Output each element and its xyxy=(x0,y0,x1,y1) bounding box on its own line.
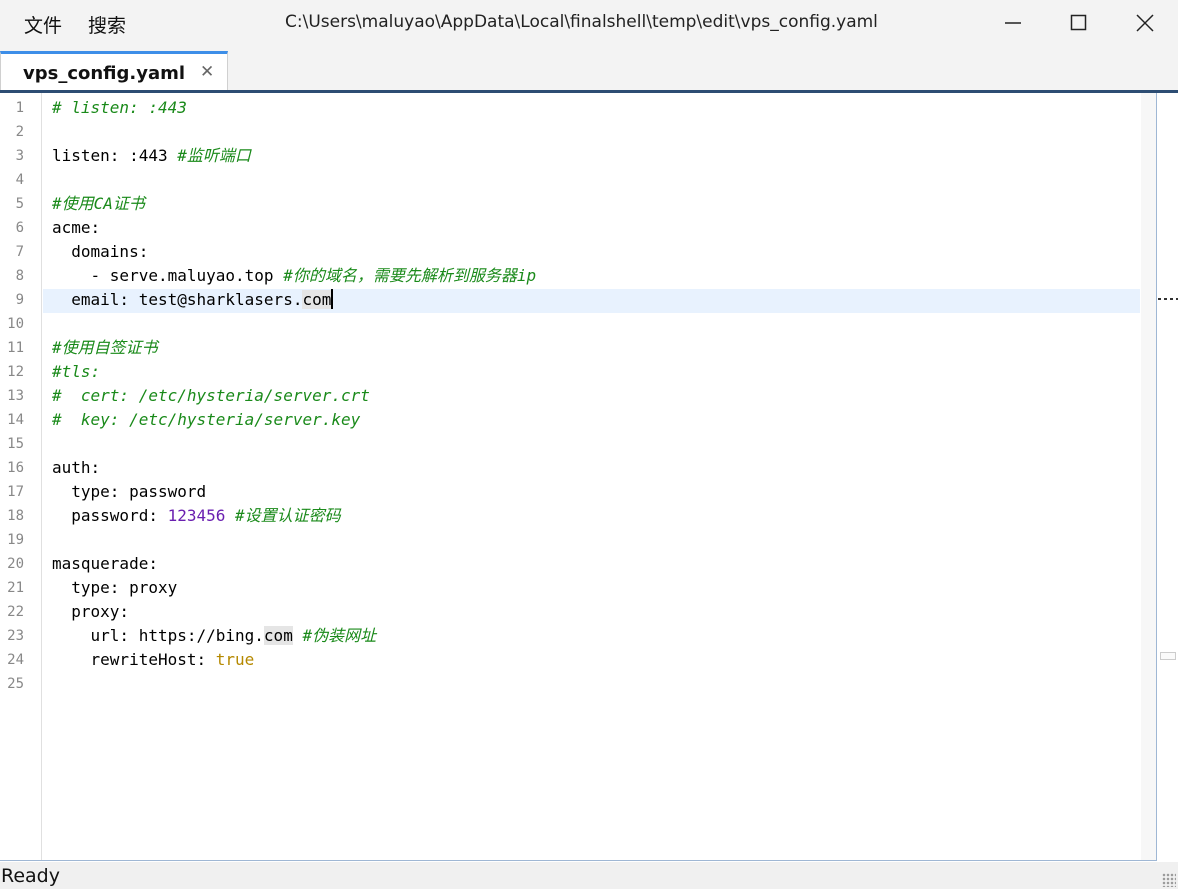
line-number: 11 xyxy=(7,340,24,356)
line-number-gutter: 1 2 3 4 5 6 7 8 9 10 11 12 13 14 15 16 17 18 19 20 21 22 23 24 2… xyxy=(0,93,42,860)
status-text: Ready xyxy=(1,865,60,887)
code-token: true xyxy=(215,650,255,669)
close-icon xyxy=(1136,14,1154,32)
code-token: proxy: xyxy=(52,602,130,621)
code-comment: # listen: :443 xyxy=(52,98,187,117)
code-line: listen: :443 #监听端口 xyxy=(52,144,251,168)
close-tab-icon[interactable]: ✕ xyxy=(200,62,214,82)
code-line: # key: /etc/hysteria/server.key xyxy=(52,408,360,432)
line-number: 6 xyxy=(15,220,24,236)
code-line: - serve.maluyao.top #你的域名，需要先解析到服务器ip xyxy=(52,264,537,288)
line-number: 20 xyxy=(7,556,24,572)
code-comment: #设置认证密码 xyxy=(235,506,341,525)
text-caret xyxy=(331,289,334,309)
line-number: 19 xyxy=(7,532,24,548)
code-token: acme: xyxy=(52,218,101,237)
code-line: # cert: /etc/hysteria/server.crt xyxy=(52,384,370,408)
line-number: 10 xyxy=(7,316,24,332)
code-line: rewriteHost: true xyxy=(52,648,255,672)
code-comment: #使用CA证书 xyxy=(52,194,145,213)
code-comment: #监听端口 xyxy=(177,146,251,165)
line-number: 4 xyxy=(15,172,24,188)
code-token: 123456 xyxy=(167,506,226,525)
code-line: url: https://bing.com #伪装网址 xyxy=(52,624,376,648)
line-number: 7 xyxy=(15,244,24,260)
code-comment: #tls: xyxy=(52,362,101,381)
minimize-icon xyxy=(1005,22,1021,24)
close-button[interactable] xyxy=(1112,0,1178,46)
code-comment: #伪装网址 xyxy=(302,626,377,645)
code-comment: #你的域名，需要先解析到服务器ip xyxy=(283,266,537,285)
line-number: 5 xyxy=(15,196,24,212)
overview-ruler-thumb[interactable] xyxy=(1160,652,1176,660)
title-bar: 文件 搜索 C:\Users\maluyao\AppData\Local\fin… xyxy=(0,0,1178,48)
code-token: url: https://bing. xyxy=(52,626,264,645)
code-token: com xyxy=(263,626,293,645)
tab-strip: vps_config.yaml ✕ xyxy=(0,48,1178,92)
overview-ruler-marker xyxy=(1158,298,1178,300)
code-token: email: test@sharklasers. xyxy=(52,290,303,309)
line-number: 8 xyxy=(15,268,24,284)
line-number: 15 xyxy=(7,436,24,452)
code-line: acme: xyxy=(52,216,100,240)
code-token: masquerade: xyxy=(52,554,158,573)
code-token: auth: xyxy=(52,458,101,477)
line-number: 2 xyxy=(15,124,24,140)
code-line: type: proxy xyxy=(52,576,177,600)
code-line: # listen: :443 xyxy=(52,96,187,120)
window-title: C:\Users\maluyao\AppData\Local\finalshel… xyxy=(285,12,878,32)
code-token: type: proxy xyxy=(52,578,178,597)
code-comment: #使用自签证书 xyxy=(52,338,158,357)
code-token: com xyxy=(302,290,332,309)
line-number: 17 xyxy=(7,484,24,500)
code-line: auth: xyxy=(52,456,100,480)
vertical-scrollbar[interactable] xyxy=(1141,93,1156,860)
code-line: #使用CA证书 xyxy=(52,192,145,216)
code-token: type: password xyxy=(52,482,207,501)
line-number: 24 xyxy=(7,652,24,668)
line-number: 22 xyxy=(7,604,24,620)
line-number: 25 xyxy=(7,676,24,692)
code-line: type: password xyxy=(52,480,206,504)
code-editor[interactable]: 1 2 3 4 5 6 7 8 9 10 11 12 13 14 15 16 17 18 19 20 21 22 23 24 2… xyxy=(0,93,1157,861)
code-token: - serve.maluyao.top xyxy=(52,266,284,285)
line-number: 18 xyxy=(7,508,24,524)
minimize-button[interactable] xyxy=(980,0,1046,46)
code-token: password: xyxy=(52,506,168,525)
maximize-button[interactable] xyxy=(1046,0,1112,46)
line-number: 23 xyxy=(7,628,24,644)
code-line: proxy: xyxy=(52,600,129,624)
code-line: masquerade: xyxy=(52,552,158,576)
line-number: 9 xyxy=(15,292,24,308)
line-number: 1 xyxy=(15,100,24,116)
code-line: #tls: xyxy=(52,360,100,384)
resize-grip-icon[interactable] xyxy=(1162,873,1176,887)
tab-label: vps_config.yaml xyxy=(23,63,186,84)
line-number: 12 xyxy=(7,364,24,380)
code-comment: # cert: /etc/hysteria/server.crt xyxy=(52,386,370,405)
line-number: 14 xyxy=(7,412,24,428)
maximize-icon xyxy=(1070,14,1087,31)
code-line: password: 123456 #设置认证密码 xyxy=(52,504,341,528)
code-line: domains: xyxy=(52,240,148,264)
code-comment: # key: /etc/hysteria/server.key xyxy=(52,410,361,429)
code-line: #使用自签证书 xyxy=(52,336,158,360)
tab-vps-config[interactable]: vps_config.yaml ✕ xyxy=(0,51,228,91)
code-token: rewriteHost: xyxy=(52,650,216,669)
line-number: 13 xyxy=(7,388,24,404)
line-number: 3 xyxy=(15,148,24,164)
line-number: 16 xyxy=(7,460,24,476)
line-number: 21 xyxy=(7,580,24,596)
code-token: domains: xyxy=(52,242,149,261)
code-token: listen: :443 xyxy=(52,146,178,165)
menu-search[interactable]: 搜索 xyxy=(88,11,126,38)
status-bar: Ready xyxy=(0,862,1178,889)
code-line: email: test@sharklasers.com xyxy=(52,288,334,312)
menu-file[interactable]: 文件 xyxy=(24,11,62,38)
